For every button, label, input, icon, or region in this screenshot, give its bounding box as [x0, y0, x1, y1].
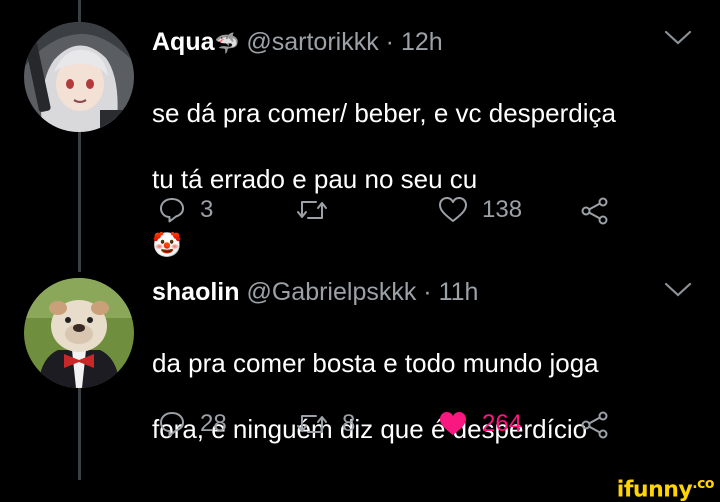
avatar-bulldog-image	[24, 278, 134, 388]
retweet-button[interactable]: 8	[296, 410, 355, 438]
display-name[interactable]: Aqua	[152, 28, 215, 56]
tweet-header: Aqua🦈 @sartorikkk · 12h	[152, 28, 443, 57]
share-button[interactable]	[580, 410, 610, 440]
tweet-actions: 3 138	[0, 196, 720, 236]
separator-dot: ·	[385, 28, 394, 56]
tweet[interactable]: Aqua🦈 @sartorikkk · 12h se dá pra comer/…	[0, 0, 720, 259]
reply-count: 28	[200, 410, 227, 437]
like-button[interactable]: 264	[438, 410, 522, 438]
tweet-text-line: da pra comer bosta e todo mundo joga	[152, 348, 599, 378]
shark-emoji: 🦈	[214, 33, 240, 55]
retweet-icon	[297, 201, 327, 219]
separator-dot: ·	[423, 278, 432, 306]
username-handle[interactable]: @Gabrielpskkk	[246, 278, 416, 306]
like-count: 138	[482, 196, 523, 223]
avatar-anime-girl-image	[24, 22, 134, 132]
ifunny-watermark: ifunny.co	[616, 476, 715, 502]
share-button[interactable]	[580, 196, 610, 226]
reply-count: 3	[200, 196, 214, 223]
tweet-text-line: tu tá errado e pau no seu cu	[152, 164, 478, 194]
share-icon	[581, 197, 608, 225]
bottom-bar	[0, 480, 720, 502]
tweet-text: da pra comer bosta e todo mundo joga for…	[152, 314, 702, 479]
retweet-count: 8	[342, 410, 356, 437]
display-name[interactable]: shaolin	[152, 278, 240, 306]
tweet[interactable]: shaolin @Gabrielpskkk · 11h da pra comer…	[0, 250, 720, 480]
reply-icon	[160, 198, 184, 223]
reply-button[interactable]: 28	[158, 410, 227, 438]
chevron-down-icon[interactable]	[664, 30, 692, 51]
reply-icon	[160, 412, 184, 437]
timestamp[interactable]: 11h	[439, 278, 479, 306]
heart-outline-icon	[439, 197, 467, 222]
watermark-suffix: .co	[692, 476, 714, 492]
share-icon	[581, 411, 608, 439]
heart-filled-icon	[440, 412, 466, 435]
retweet-button[interactable]	[296, 196, 342, 224]
tweet-actions: 28 8 264	[0, 410, 720, 450]
tweet-text-line: se dá pra comer/ beber, e vc desperdiça	[152, 98, 616, 128]
avatar[interactable]	[24, 278, 134, 388]
like-button[interactable]: 138	[438, 196, 522, 224]
chevron-down-icon[interactable]	[664, 282, 692, 303]
tweet-header: shaolin @Gabrielpskkk · 11h	[152, 278, 478, 307]
avatar[interactable]	[24, 22, 134, 132]
watermark-text: ifunny	[616, 477, 693, 502]
like-count: 264	[482, 410, 523, 437]
timestamp[interactable]: 12h	[401, 28, 443, 56]
reply-button[interactable]: 3	[158, 196, 213, 224]
retweet-icon	[297, 415, 327, 433]
username-handle[interactable]: @sartorikkk	[246, 28, 378, 56]
